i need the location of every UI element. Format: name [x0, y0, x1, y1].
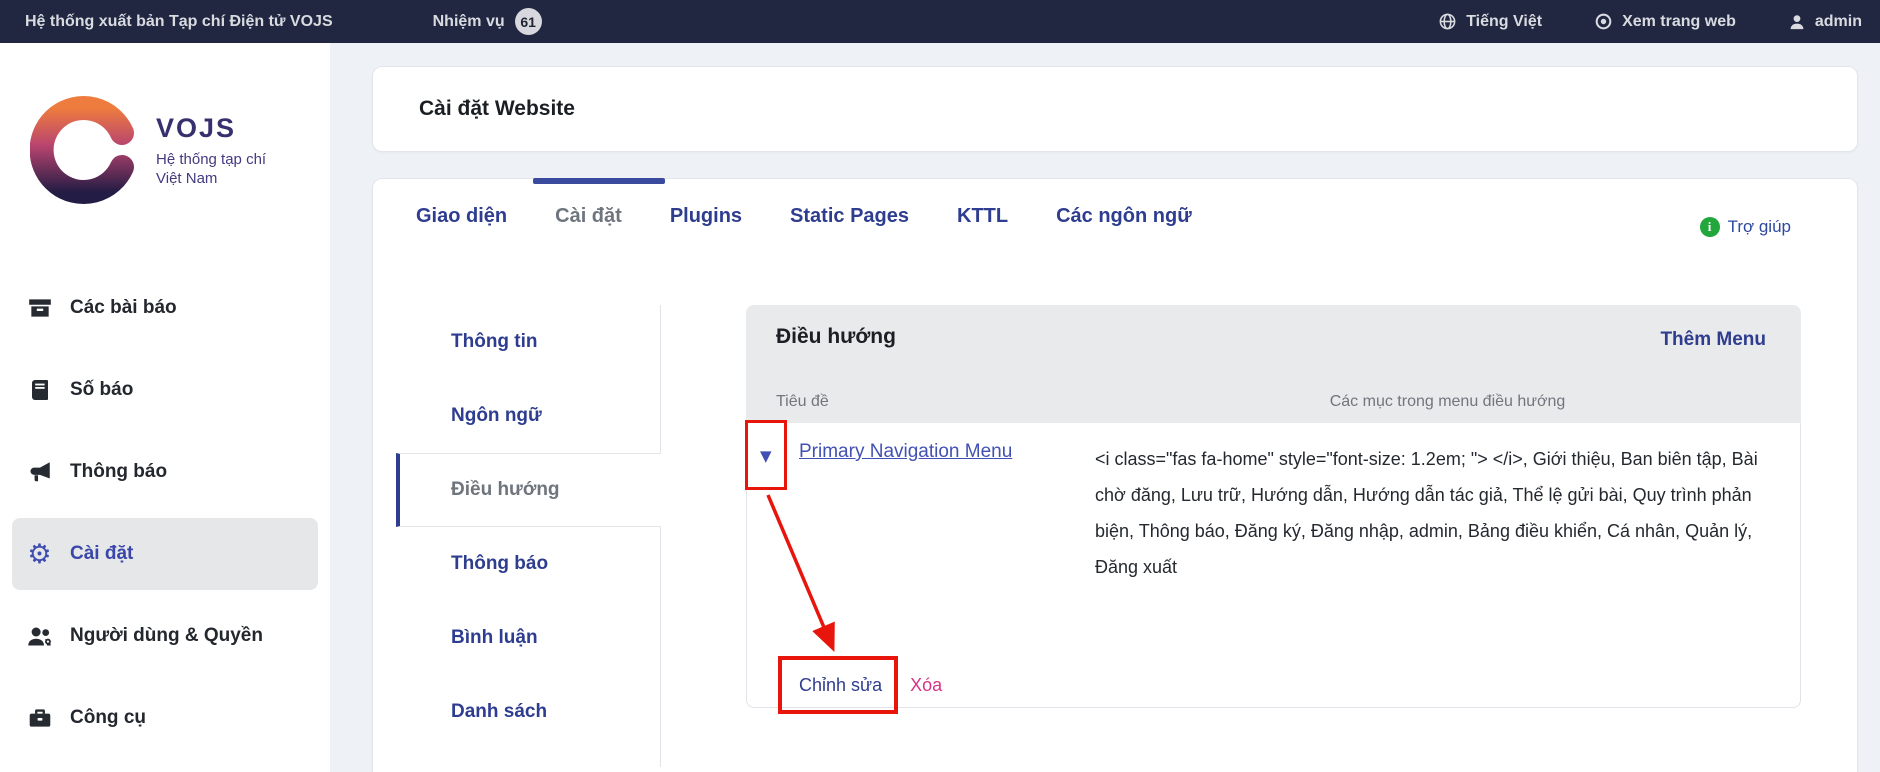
view-site-link[interactable]: Xem trang web	[1594, 12, 1736, 31]
globe-icon	[1438, 12, 1457, 31]
help-label: Trợ giúp	[1728, 217, 1791, 237]
sidebar-item-label: Cài đặt	[70, 543, 133, 565]
help-link[interactable]: i Trợ giúp	[1700, 217, 1791, 237]
delete-link[interactable]: Xóa	[910, 675, 942, 696]
row-expander-cell: ▼	[747, 439, 799, 707]
column-header-items: Các mục trong menu điều hướng	[1094, 393, 1801, 411]
book-icon	[26, 377, 53, 404]
edit-link[interactable]: Chỉnh sửa	[799, 675, 882, 696]
username: admin	[1815, 13, 1862, 31]
toolbox-icon	[26, 705, 53, 732]
row-items-cell: <i class="fas fa-home" style="font-size:…	[1095, 439, 1800, 707]
subnav-item-danh-sach[interactable]: Danh sách	[396, 675, 660, 749]
row-actions: Chỉnh sửa Xóa	[799, 675, 942, 696]
settings-panel: Thông tin Ngôn ngữ Điều hướng Thông báo …	[373, 305, 1857, 767]
settings-subnav: Thông tin Ngôn ngữ Điều hướng Thông báo …	[396, 305, 661, 767]
sidebar-item-users-roles[interactable]: Người dùng & Quyền	[12, 600, 318, 672]
sidebar-item-label: Thông báo	[70, 461, 167, 483]
sidebar-item-label: Các bài báo	[70, 297, 177, 319]
subnav-item-binh-luan[interactable]: Bình luận	[396, 601, 660, 675]
view-site-label: Xem trang web	[1622, 13, 1736, 31]
language-label: Tiếng Việt	[1466, 13, 1542, 31]
sidebar-nav: Các bài báo Số báo Thông	[12, 272, 318, 754]
sidebar-item-announcements[interactable]: Thông báo	[12, 436, 318, 508]
tabs-row: Giao diện Cài đặt Plugins Static Pages K…	[373, 179, 1857, 237]
user-menu[interactable]: admin	[1788, 13, 1862, 31]
sidebar-item-label: Số báo	[70, 379, 133, 401]
megaphone-icon	[26, 459, 53, 486]
vojs-logo-mark-icon	[30, 95, 140, 205]
tab-plugins[interactable]: Plugins	[670, 205, 742, 228]
page-title-card: Cài đặt Website	[372, 66, 1858, 152]
active-tab-indicator	[533, 178, 665, 184]
navigation-panel: Điều hướng Thêm Menu Tiêu đề Các mục tro…	[746, 305, 1801, 767]
topbar-right: Tiếng Việt Xem trang web admin	[1438, 12, 1862, 31]
panel-title: Điều hướng	[746, 305, 1801, 349]
sidebar-item-settings[interactable]: ⚙ Cài đặt	[12, 518, 318, 590]
sidebar-item-issues[interactable]: Số báo	[12, 354, 318, 426]
gear-icon: ⚙	[26, 541, 53, 568]
info-icon: i	[1700, 217, 1720, 237]
table-column-headers: Tiêu đề Các mục trong menu điều hướng	[746, 393, 1801, 411]
sidebar-item-label: Công cụ	[70, 707, 146, 729]
tab-cac-ngon-ngu[interactable]: Các ngôn ngữ	[1056, 205, 1192, 228]
tasks-count-badge: 61	[515, 8, 542, 35]
app-title: Hệ thống xuất bản Tạp chí Điện tử VOJS	[25, 13, 333, 31]
menu-title-link[interactable]: Primary Navigation Menu	[799, 441, 1012, 462]
subnav-item-ngon-ngu[interactable]: Ngôn ngữ	[396, 379, 660, 453]
language-menu[interactable]: Tiếng Việt	[1438, 12, 1542, 31]
topbar: Hệ thống xuất bản Tạp chí Điện tử VOJS N…	[0, 0, 1880, 43]
sidebar-item-tools[interactable]: Công cụ	[12, 682, 318, 754]
sidebar: VOJS Hệ thống tạp chí Việt Nam Các bài b…	[0, 43, 330, 772]
tasks-menu[interactable]: Nhiệm vụ 61	[433, 8, 542, 35]
logo-subtitle: Hệ thống tạp chí Việt Nam	[156, 150, 266, 188]
logo[interactable]: VOJS Hệ thống tạp chí Việt Nam	[30, 95, 318, 205]
menu-items-text: <i class="fas fa-home" style="font-size:…	[1095, 441, 1770, 585]
tab-giao-dien[interactable]: Giao diện	[416, 205, 507, 228]
tab-static-pages[interactable]: Static Pages	[790, 205, 909, 228]
subnav-item-dieu-huong[interactable]: Điều hướng	[396, 453, 661, 527]
sidebar-item-articles[interactable]: Các bài báo	[12, 272, 318, 344]
page-title: Cài đặt Website	[419, 97, 575, 121]
settings-card: Giao diện Cài đặt Plugins Static Pages K…	[372, 178, 1858, 772]
caret-down-icon[interactable]: ▼	[760, 447, 772, 465]
eye-icon	[1594, 12, 1613, 31]
archive-icon	[26, 295, 53, 322]
tasks-label: Nhiệm vụ	[433, 13, 505, 31]
user-icon	[1788, 13, 1806, 31]
add-menu-button[interactable]: Thêm Menu	[1660, 329, 1766, 351]
users-icon	[26, 623, 53, 650]
logo-text: VOJS Hệ thống tạp chí Việt Nam	[156, 113, 266, 188]
main-content: Cài đặt Website Giao diện Cài đặt Plugin…	[330, 43, 1880, 772]
logo-title: VOJS	[156, 113, 266, 144]
tab-cai-dat[interactable]: Cài đặt	[555, 205, 622, 228]
column-header-title: Tiêu đề	[746, 393, 1094, 411]
sidebar-item-label: Người dùng & Quyền	[70, 625, 263, 647]
tab-kttl[interactable]: KTTL	[957, 205, 1008, 228]
row-title-cell: Primary Navigation Menu	[799, 439, 1095, 707]
subnav-item-thong-tin[interactable]: Thông tin	[396, 305, 660, 379]
subnav-item-thong-bao[interactable]: Thông báo	[396, 527, 660, 601]
table-row: ▼ Primary Navigation Menu <i class="fas …	[746, 423, 1801, 708]
navigation-panel-header: Điều hướng Thêm Menu Tiêu đề Các mục tro…	[746, 305, 1801, 423]
